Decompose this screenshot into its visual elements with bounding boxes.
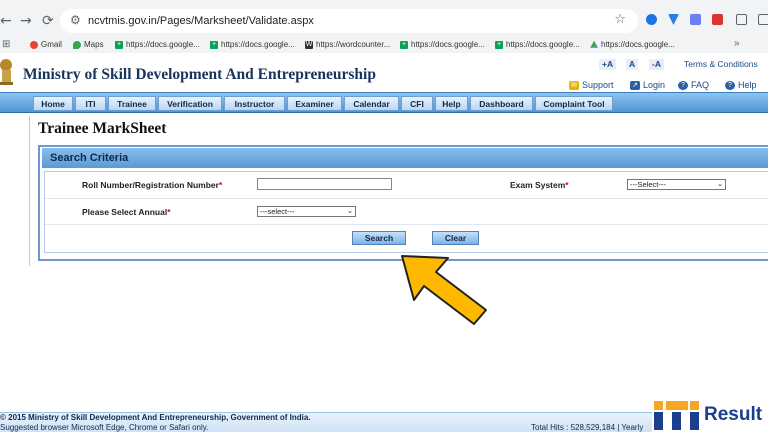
search-button[interactable]: Search: [352, 231, 406, 245]
docs-icon: +: [495, 40, 503, 49]
apps-grid-icon[interactable]: ⊞: [2, 39, 10, 50]
bookmark-wordcounter[interactable]: Whttps://wordcounter...: [305, 40, 390, 49]
bookmark-drive[interactable]: https://docs.google...: [590, 40, 675, 49]
bookmark-docs-3[interactable]: + https://docs.google...: [400, 40, 485, 49]
forward-icon[interactable]: →: [20, 13, 32, 29]
docs-icon: +: [400, 40, 408, 49]
extension-flag-icon[interactable]: [712, 14, 723, 25]
iti-logo-mark-icon: [654, 401, 699, 430]
panel-header: [42, 148, 768, 168]
font-increase-button[interactable]: +A: [599, 59, 617, 70]
required-mark: *: [218, 180, 223, 190]
annual-label: Please Select Annual*: [82, 207, 171, 217]
pointer-arrow-icon: [401, 255, 487, 325]
clear-button[interactable]: Clear: [432, 231, 479, 245]
bookmark-docs-1[interactable]: + https://docs.google...: [115, 40, 200, 49]
site-info-icon[interactable]: ⚙: [70, 13, 81, 27]
menu-dashboard[interactable]: Dashboard: [470, 96, 533, 111]
reload-icon[interactable]: ⟳: [42, 13, 54, 29]
support-link[interactable]: ✉ Support: [569, 80, 614, 90]
docs-icon: +: [210, 40, 218, 49]
url-text[interactable]: ncvtmis.gov.in/Pages/Marksheet/Validate.…: [88, 15, 314, 27]
bookmark-docs-2[interactable]: + https://docs.google...: [210, 40, 295, 49]
footer-copyright: © 2015 Ministry of Skill Development And…: [0, 413, 311, 422]
panel-title: Search Criteria: [50, 152, 129, 164]
footer-browser-note: Suggested browser Microsoft Edge, Chrome…: [0, 423, 209, 432]
menu-iti[interactable]: ITI: [75, 96, 106, 111]
side-panel-icon[interactable]: [758, 14, 768, 25]
exam-system-label: Exam System*: [510, 180, 569, 190]
content-divider: [29, 116, 30, 266]
page-title: Trainee MarkSheet: [38, 120, 167, 137]
bookmark-maps[interactable]: Maps: [73, 40, 104, 49]
docs-icon: +: [115, 40, 123, 49]
wordcounter-icon: W: [305, 40, 313, 49]
footer-total-hits: Total Hits : 528,529,184 | Yearly: [531, 423, 644, 432]
menu-cfi[interactable]: CFI: [401, 96, 433, 111]
font-normal-button[interactable]: A: [626, 59, 639, 70]
menu-verification[interactable]: Verification: [158, 96, 222, 111]
faq-icon: ?: [678, 80, 688, 90]
annual-select[interactable]: ---select--- ⌄: [257, 206, 356, 217]
extension-v-icon[interactable]: [668, 14, 679, 25]
login-link[interactable]: ↗ Login: [630, 80, 665, 90]
menu-help[interactable]: Help: [435, 96, 468, 111]
extensions-puzzle-icon[interactable]: [736, 14, 747, 25]
menu-examiner[interactable]: Examiner: [287, 96, 342, 111]
support-mail-icon: ✉: [569, 80, 579, 90]
font-decrease-button[interactable]: -A: [649, 59, 664, 70]
help-icon: ?: [725, 80, 735, 90]
chevron-down-icon: ⌄: [717, 181, 723, 188]
bookmark-docs-4[interactable]: + https://docs.google...: [495, 40, 580, 49]
maps-icon: [73, 40, 81, 49]
bookmark-star-icon[interactable]: ☆: [614, 12, 626, 27]
bookmarks-bar: ⊞ Gmail Maps + https://docs.google... + ht…: [0, 38, 768, 53]
menu-calendar[interactable]: Calendar: [344, 96, 399, 111]
login-icon: ↗: [630, 80, 640, 90]
back-icon[interactable]: ←: [0, 13, 12, 29]
browser-toolbar: ← → ⟳ ⚙ ncvtmis.gov.in/Pages/Marksheet/V…: [0, 0, 768, 38]
site-title: Ministry of Skill Development And Entrep…: [23, 66, 376, 83]
national-emblem-icon: [0, 59, 13, 85]
menu-complaint-tool[interactable]: Complaint Tool: [535, 96, 613, 111]
required-mark: *: [565, 180, 569, 190]
row-divider: [45, 224, 768, 225]
iti-result-logo: Result: [652, 399, 768, 432]
help-link[interactable]: ? Help: [725, 80, 757, 90]
menu-trainee[interactable]: Trainee: [108, 96, 156, 111]
more-bookmarks-icon[interactable]: »: [734, 38, 740, 49]
row-divider: [45, 198, 768, 199]
menu-home[interactable]: Home: [33, 96, 73, 111]
menu-instructor[interactable]: Instructor: [224, 96, 285, 111]
extension-chat-icon[interactable]: [690, 14, 701, 25]
drive-icon: [590, 40, 598, 48]
terms-link[interactable]: Terms & Conditions: [684, 59, 758, 69]
faq-link[interactable]: ? FAQ: [678, 80, 709, 90]
exam-system-select[interactable]: ---Select--- ⌄: [627, 179, 726, 190]
bookmark-gmail[interactable]: Gmail: [30, 40, 62, 49]
logo-result-text: Result: [704, 404, 763, 425]
roll-number-input[interactable]: [257, 178, 392, 190]
extension-download-icon[interactable]: [646, 14, 657, 25]
required-mark: *: [167, 207, 171, 217]
gmail-icon: [30, 40, 38, 49]
roll-number-label: Roll Number/Registration Number*: [82, 180, 223, 190]
chevron-down-icon: ⌄: [347, 208, 353, 215]
address-bar[interactable]: ⚙ ncvtmis.gov.in/Pages/Marksheet/Validat…: [60, 9, 638, 33]
